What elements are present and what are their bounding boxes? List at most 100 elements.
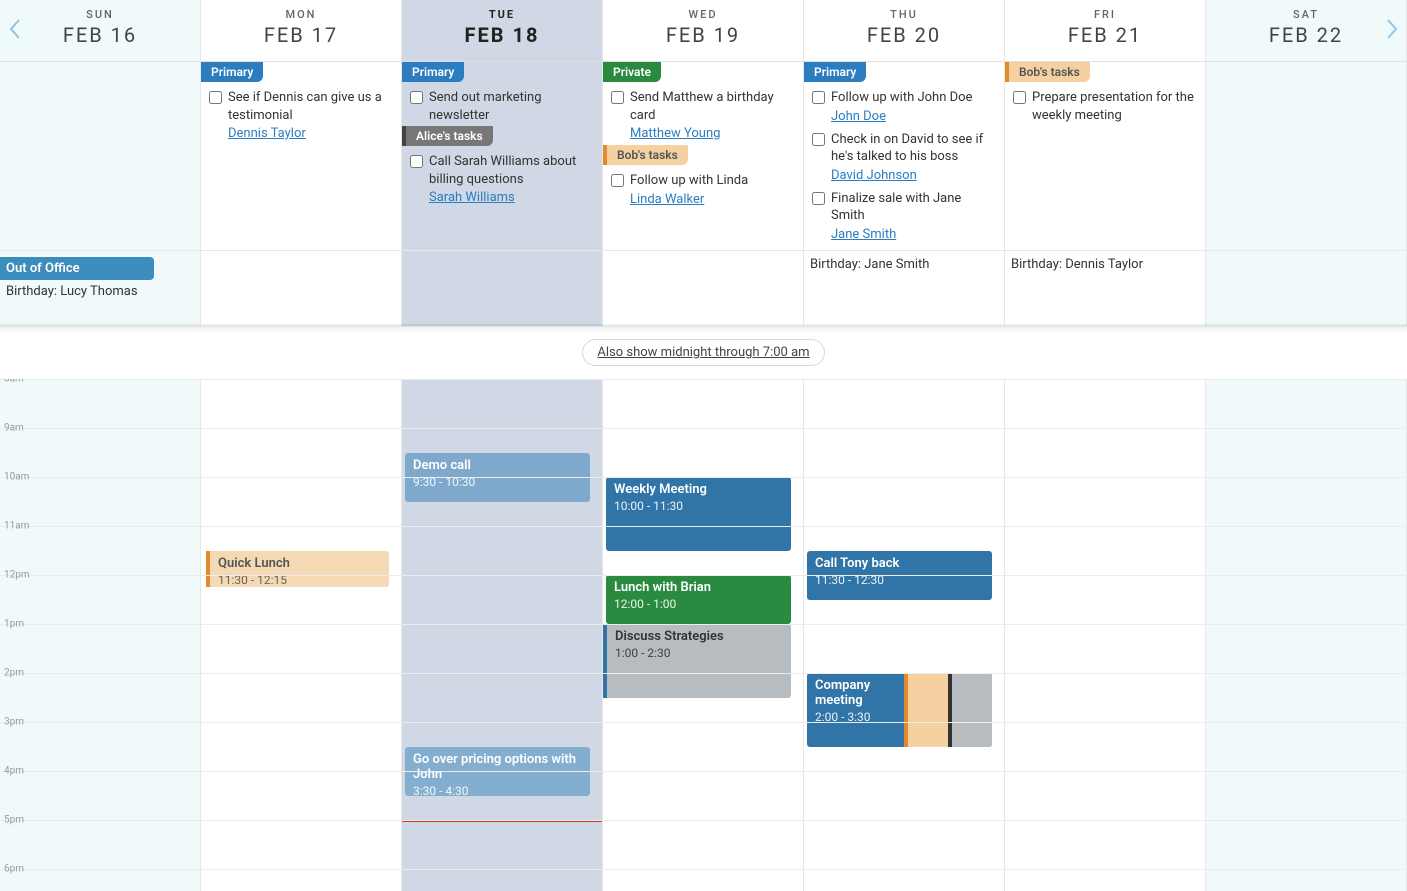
day-header-tue[interactable]: TUE FEB 18 (402, 0, 603, 61)
allday-text[interactable]: Birthday: Jane Smith (810, 257, 998, 272)
task-link[interactable]: Linda Walker (630, 192, 803, 211)
task-item[interactable]: Follow up with Linda (603, 169, 803, 192)
task-link[interactable]: John Doe (831, 109, 1004, 128)
next-week-button[interactable] (1385, 18, 1399, 44)
hour-line (0, 722, 1407, 723)
hour-label: 12pm (4, 570, 30, 581)
task-cell-fri[interactable]: Bob's tasks Prepare presentation for the … (1005, 62, 1206, 250)
event-title: Weekly Meeting (614, 482, 783, 497)
task-link[interactable]: Jane Smith (831, 227, 1004, 246)
allday-cell-tue[interactable] (402, 251, 603, 326)
task-link[interactable]: David Johnson (831, 168, 1004, 187)
date-label: FEB 22 (1206, 23, 1406, 47)
date-label: FEB 20 (804, 23, 1004, 47)
task-text: Call Sarah Williams about billing questi… (429, 153, 594, 188)
event-segment (948, 673, 992, 747)
time-col-wed[interactable]: Weekly Meeting 10:00 - 11:30 Lunch with Br… (603, 379, 804, 891)
hour-line (0, 575, 1407, 576)
task-cell-tue[interactable]: Primary Send out marketing newsletterAlic… (402, 62, 603, 250)
show-midnight-link[interactable]: Also show midnight through 7:00 am (582, 339, 824, 366)
day-header-sun[interactable]: SUN FEB 16 (0, 0, 201, 61)
task-checkbox[interactable] (1013, 91, 1026, 104)
event-title: Go over pricing options with John (413, 752, 582, 782)
date-label: FEB 19 (603, 23, 803, 47)
task-text: Check in on David to see if he's talked … (831, 131, 996, 166)
task-item[interactable]: Follow up with John Doe (804, 86, 1004, 109)
task-text: Prepare presentation for the weekly meet… (1032, 89, 1197, 124)
task-group-label[interactable]: Primary (201, 62, 263, 82)
prev-week-button[interactable] (8, 18, 22, 44)
task-group-label[interactable]: Bob's tasks (1005, 62, 1090, 82)
time-col-mon[interactable]: Quick Lunch11:30 - 12:15 (201, 379, 402, 891)
event-title: Discuss Strategies (615, 629, 783, 644)
dow-label: FRI (1005, 8, 1205, 21)
task-checkbox[interactable] (209, 91, 222, 104)
day-header-fri[interactable]: FRI FEB 21 (1005, 0, 1206, 61)
task-group-label[interactable]: Primary (804, 62, 866, 82)
allday-event-out-of-office[interactable]: Out of Office (0, 257, 154, 280)
event-time: 10:00 - 11:30 (614, 499, 783, 513)
task-group-label[interactable]: Primary (402, 62, 464, 82)
task-item[interactable]: Prepare presentation for the weekly meet… (1005, 86, 1205, 126)
allday-cell-mon[interactable] (201, 251, 402, 326)
task-group-label[interactable]: Bob's tasks (603, 145, 688, 165)
time-columns: Quick Lunch11:30 - 12:15 Demo call9:30 -… (0, 379, 1407, 891)
task-checkbox[interactable] (410, 91, 423, 104)
task-checkbox[interactable] (611, 174, 624, 187)
day-header-thu[interactable]: THU FEB 20 (804, 0, 1005, 61)
task-checkbox[interactable] (812, 133, 825, 146)
task-link[interactable]: Matthew Young (630, 126, 803, 145)
task-checkbox[interactable] (812, 91, 825, 104)
date-label: FEB 17 (201, 23, 401, 47)
hour-label: 8am (4, 379, 24, 385)
day-header-wed[interactable]: WED FEB 19 (603, 0, 804, 61)
event[interactable]: Quick Lunch11:30 - 12:15 (206, 551, 389, 588)
event[interactable]: Lunch with Brian12:00 - 1:00 (606, 575, 791, 624)
task-cell-mon[interactable]: Primary See if Dennis can give us a testi… (201, 62, 402, 250)
day-header-mon[interactable]: MON FEB 17 (201, 0, 402, 61)
task-group-label[interactable]: Private (603, 62, 661, 82)
task-text: Send out marketing newsletter (429, 89, 594, 124)
task-cell-sun[interactable] (0, 62, 201, 250)
task-item[interactable]: Finalize sale with Jane Smith (804, 187, 1004, 227)
hour-label: 3pm (4, 717, 24, 728)
allday-cell-fri[interactable]: Birthday: Dennis Taylor (1005, 251, 1206, 326)
hour-label: 11am (4, 521, 29, 532)
allday-cell-sun[interactable]: Out of Office Birthday: Lucy Thomas (0, 251, 201, 326)
event[interactable]: Weekly Meeting 10:00 - 11:30 (606, 477, 791, 551)
task-group-label[interactable]: Alice's tasks (402, 126, 493, 146)
time-col-thu[interactable]: Call Tony back11:30 - 12:30Company meeti… (804, 379, 1005, 891)
time-col-sat[interactable] (1206, 379, 1407, 891)
event-title: Company meeting (815, 678, 896, 708)
task-checkbox[interactable] (812, 192, 825, 205)
time-col-sun[interactable] (0, 379, 201, 891)
event[interactable]: Company meeting2:00 - 3:30 (807, 673, 992, 747)
hour-label: 5pm (4, 815, 24, 826)
time-col-tue[interactable]: Demo call9:30 - 10:30Go over pricing opt… (402, 379, 603, 891)
task-checkbox[interactable] (410, 155, 423, 168)
task-item[interactable]: Call Sarah Williams about billing questi… (402, 150, 602, 190)
task-item[interactable]: Send Matthew a birthday card (603, 86, 803, 126)
event[interactable]: Discuss Strategies 1:00 - 2:30 (603, 624, 791, 698)
task-link[interactable]: Sarah Williams (429, 190, 602, 209)
task-text: Finalize sale with Jane Smith (831, 190, 996, 225)
task-item[interactable]: Send out marketing newsletter (402, 86, 602, 126)
day-header-sat[interactable]: SAT FEB 22 (1206, 0, 1407, 61)
hour-line (0, 869, 1407, 870)
hour-line (0, 673, 1407, 674)
event-time: 12:00 - 1:00 (614, 597, 783, 611)
task-item[interactable]: See if Dennis can give us a testimonial (201, 86, 401, 126)
task-cell-wed[interactable]: Private Send Matthew a birthday cardMatth… (603, 62, 804, 250)
task-link[interactable]: Dennis Taylor (228, 126, 401, 145)
time-col-fri[interactable] (1005, 379, 1206, 891)
task-cell-sat[interactable] (1206, 62, 1407, 250)
allday-text[interactable]: Birthday: Dennis Taylor (1011, 257, 1199, 272)
task-checkbox[interactable] (611, 91, 624, 104)
allday-cell-thu[interactable]: Birthday: Jane Smith (804, 251, 1005, 326)
allday-text[interactable]: Birthday: Lucy Thomas (6, 284, 194, 299)
task-item[interactable]: Check in on David to see if he's talked … (804, 128, 1004, 168)
task-cell-thu[interactable]: Primary Follow up with John DoeJohn Doe Ch… (804, 62, 1005, 250)
allday-cell-wed[interactable] (603, 251, 804, 326)
event-time: 1:00 - 2:30 (615, 646, 783, 660)
allday-cell-sat[interactable] (1206, 251, 1407, 326)
